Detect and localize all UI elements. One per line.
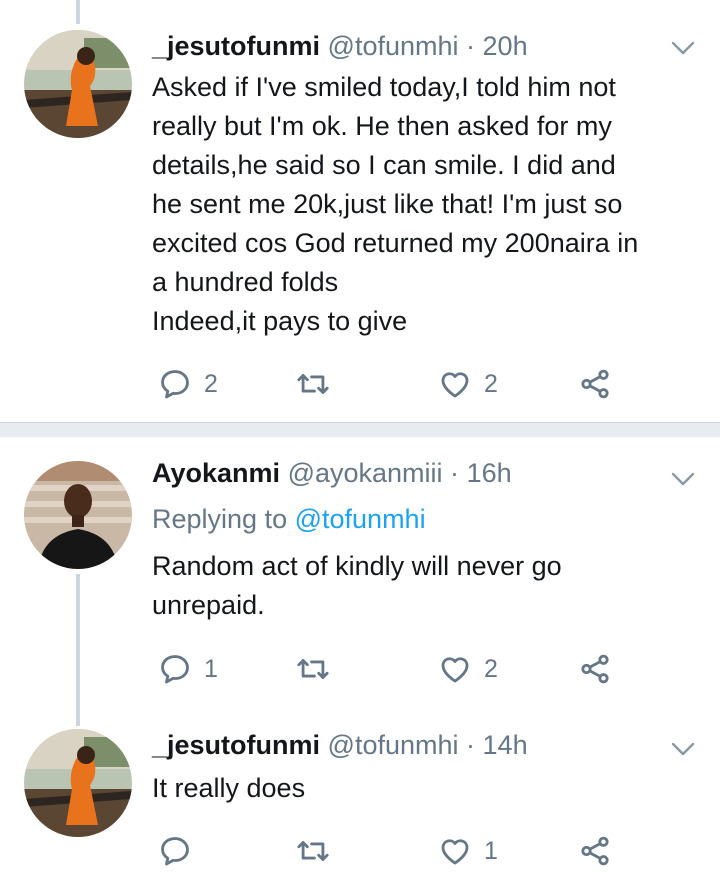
share-icon (578, 367, 612, 401)
separator-dot: · (450, 458, 460, 488)
like-count: 2 (484, 654, 498, 683)
chevron-down-icon[interactable] (670, 469, 696, 489)
replying-to: Replying to @tofunmhi (152, 503, 426, 535)
retweet-icon (296, 834, 330, 868)
share-button[interactable] (578, 831, 612, 871)
separator-dot: · (466, 31, 476, 61)
handle[interactable]: @tofunmhi (328, 730, 459, 760)
share-button[interactable] (578, 364, 612, 404)
timestamp[interactable]: 14h (483, 730, 528, 760)
heart-icon (438, 367, 472, 401)
tweet-header: Ayokanmi @ayokanmiii · 16h (152, 457, 512, 489)
tweet-actions: 2 2 (152, 364, 632, 404)
tweet[interactable]: _jesutofunmi @tofunmhi · 14h It really d… (0, 717, 720, 881)
timestamp[interactable]: 20h (483, 31, 528, 61)
like-count: 2 (484, 369, 498, 398)
reply-icon (158, 834, 192, 868)
heart-icon (438, 652, 472, 686)
reply-icon (158, 367, 192, 401)
display-name[interactable]: Ayokanmi (152, 458, 280, 488)
handle[interactable]: @tofunmhi (328, 31, 459, 61)
replying-to-label: Replying to (152, 504, 288, 534)
tweet-header: _jesutofunmi @tofunmhi · 20h (152, 30, 528, 62)
reply-button[interactable] (158, 831, 204, 871)
tweet[interactable]: Ayokanmi @ayokanmiii · 16h Replying to @… (0, 437, 720, 717)
tweet-text: Asked if I've smiled today,I told him no… (152, 72, 639, 336)
reply-count: 2 (204, 369, 218, 398)
avatar[interactable] (24, 461, 132, 569)
tweet-header: _jesutofunmi @tofunmhi · 14h (152, 729, 528, 761)
tweet-text: It really does (152, 773, 306, 803)
share-icon (578, 652, 612, 686)
share-icon (578, 834, 612, 868)
mention-link[interactable]: @tofunmhi (295, 504, 426, 534)
share-button[interactable] (578, 649, 612, 689)
retweet-icon (296, 652, 330, 686)
retweet-icon (296, 367, 330, 401)
handle[interactable]: @ayokanmiii (288, 458, 443, 488)
reply-count: 1 (204, 654, 218, 683)
tweet-text: Random act of kindly will never go unrep… (152, 551, 562, 620)
reply-button[interactable]: 2 (158, 364, 218, 404)
retweet-button[interactable] (296, 649, 342, 689)
tweet-actions: 1 2 (152, 649, 632, 689)
heart-icon (438, 834, 472, 868)
avatar[interactable] (24, 30, 132, 138)
avatar[interactable] (24, 729, 132, 837)
timestamp[interactable]: 16h (467, 458, 512, 488)
like-button[interactable]: 2 (438, 364, 498, 404)
reply-icon (158, 652, 192, 686)
retweet-button[interactable] (296, 364, 342, 404)
chevron-down-icon[interactable] (670, 739, 696, 759)
avatar-photo (24, 461, 132, 569)
tweet[interactable]: _jesutofunmi @tofunmhi · 20h Asked if I'… (0, 0, 720, 422)
avatar-photo (24, 30, 132, 138)
display-name[interactable]: _jesutofunmi (152, 730, 320, 760)
tweet-actions: 1 (152, 831, 632, 871)
like-count: 1 (484, 836, 498, 865)
avatar-photo (24, 729, 132, 837)
display-name[interactable]: _jesutofunmi (152, 31, 320, 61)
separator-dot: · (466, 730, 476, 760)
like-button[interactable]: 1 (438, 831, 498, 871)
retweet-button[interactable] (296, 831, 342, 871)
like-button[interactable]: 2 (438, 649, 498, 689)
reply-button[interactable]: 1 (158, 649, 218, 689)
section-divider (0, 422, 720, 437)
chevron-down-icon[interactable] (670, 38, 696, 58)
